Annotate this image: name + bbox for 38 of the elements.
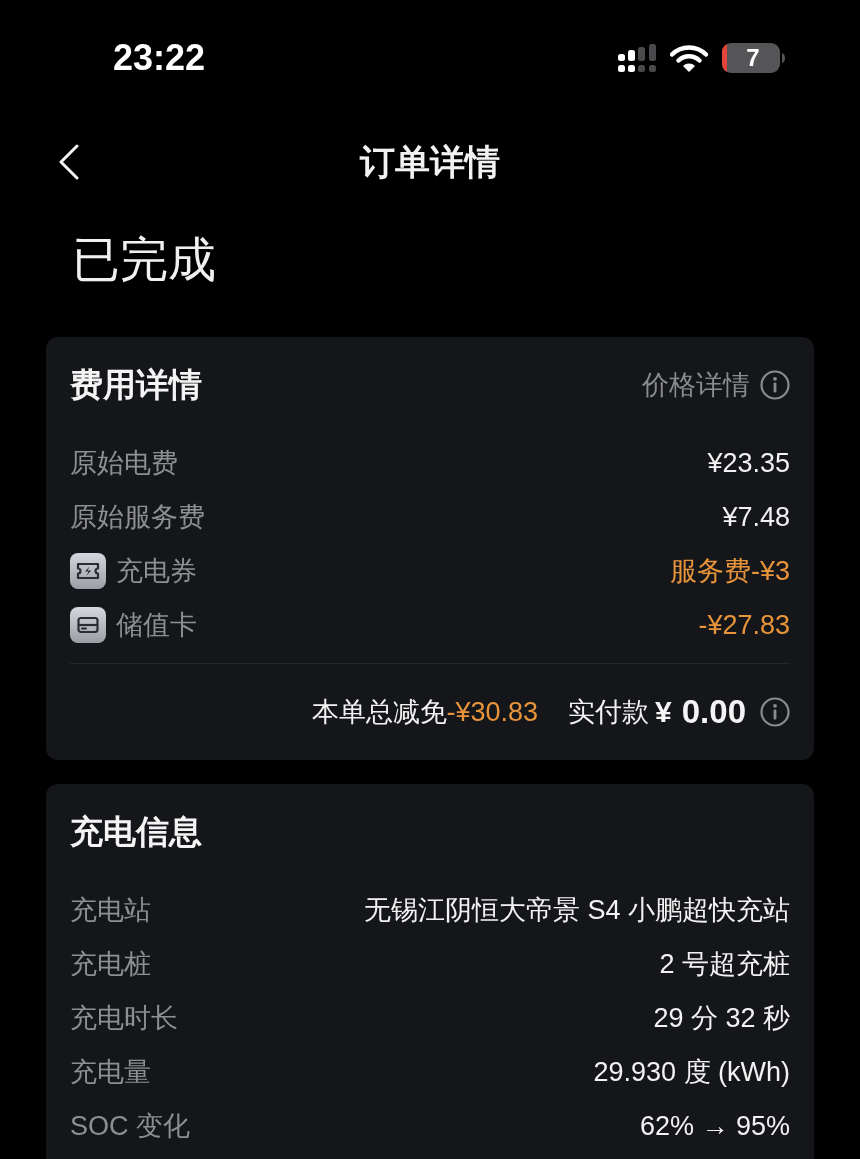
info-label: 充电时长	[70, 1001, 178, 1035]
info-icon[interactable]	[760, 697, 790, 727]
info-value: 62% → 95%	[639, 1109, 790, 1143]
fee-label: 原始电费	[70, 446, 178, 480]
card-title: 充电信息	[70, 812, 202, 852]
fee-amount: ¥7.48	[722, 500, 790, 534]
order-status: 已完成	[72, 232, 216, 288]
price-details-link[interactable]: 价格详情	[642, 368, 790, 402]
fee-label: 原始服务费	[70, 500, 205, 534]
info-icon	[760, 370, 790, 400]
fee-amount: 服务费-¥3	[669, 554, 790, 588]
discount-label: 本单总减免	[311, 695, 447, 729]
fee-label: 充电券	[116, 554, 197, 588]
info-value: 29.930 度 (kWh)	[593, 1055, 790, 1089]
info-label: 充电量	[70, 1055, 151, 1089]
fee-label: 储值卡	[116, 608, 197, 642]
info-value: 2 号超充桩	[659, 947, 790, 981]
info-label: SOC 变化	[70, 1109, 190, 1143]
back-icon[interactable]	[58, 144, 80, 180]
info-label: 充电桩	[70, 947, 151, 981]
info-value: 29 分 32 秒	[653, 1001, 790, 1035]
info-label: 充电站	[70, 893, 151, 927]
battery-icon	[722, 43, 785, 73]
discount-amount: -¥30.83	[446, 695, 539, 729]
battery-level-text: 7	[746, 46, 760, 70]
signal-icon	[618, 44, 656, 72]
info-value: 无锡江阴恒大帝景 S4 小鹏超快充站	[363, 893, 790, 927]
status-time: 23:22	[113, 40, 206, 76]
fee-amount: -¥27.83	[698, 608, 790, 642]
wifi-icon	[670, 44, 708, 72]
ticket-icon	[70, 553, 106, 589]
card-title: 费用详情	[70, 365, 202, 405]
currency-symbol: ¥	[655, 694, 672, 730]
paid-amount: 0.00	[681, 692, 746, 732]
card-icon	[70, 607, 106, 643]
paid-label: 实付款	[568, 695, 650, 729]
fee-amount: ¥23.35	[707, 446, 790, 480]
page-title: 订单详情	[360, 141, 500, 183]
